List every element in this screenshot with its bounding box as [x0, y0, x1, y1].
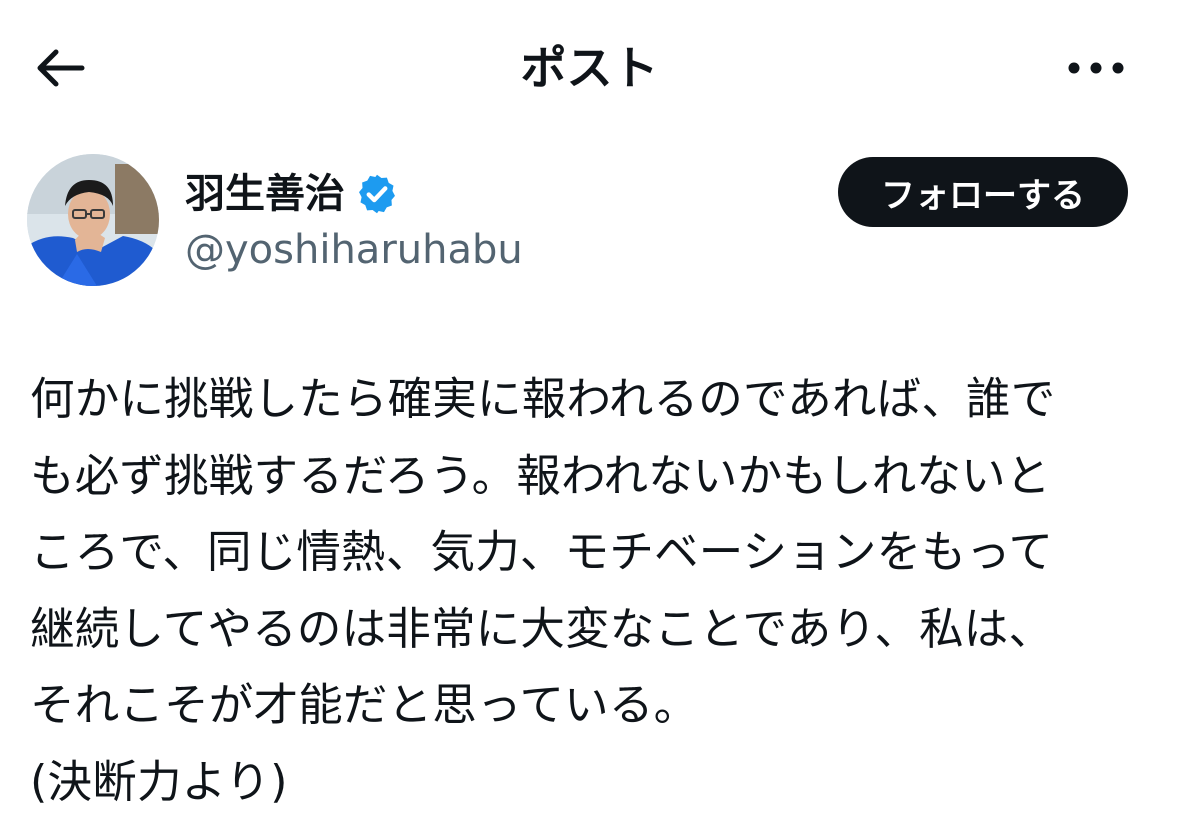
post-line: それこそが才能だと思っている。 — [30, 668, 1150, 745]
arrow-left-icon — [32, 48, 88, 88]
more-options-button[interactable] — [1056, 44, 1136, 92]
post-line: 継続してやるのは非常に大変なことであり、私は、 — [30, 592, 1150, 669]
avatar[interactable] — [27, 154, 159, 286]
avatar-photo — [27, 154, 159, 286]
post-text: 何かに挑戦したら確実に報われるのであれば、誰で も必ず挑戦するだろう。報われない… — [30, 362, 1150, 821]
more-horizontal-icon — [1066, 61, 1126, 75]
follow-button[interactable]: フォローする — [838, 157, 1128, 227]
post-line: も必ず挑戦するだろう。報われないかもしれないと — [30, 439, 1150, 516]
post-line: ころで、同じ情熱、気力、モチベーションをもって — [30, 515, 1150, 592]
post-line: (決断力より) — [30, 745, 1150, 821]
verified-badge-icon — [355, 172, 399, 216]
back-button[interactable] — [28, 40, 92, 96]
author-name-row[interactable]: 羽生善治 — [185, 164, 399, 224]
page-title: ポスト — [0, 36, 1179, 100]
author-handle[interactable]: @yoshiharuhabu — [185, 224, 523, 276]
author-display-name[interactable]: 羽生善治 — [185, 164, 345, 224]
post-line: 何かに挑戦したら確実に報われるのであれば、誰で — [30, 362, 1150, 439]
top-bar: ポスト — [0, 0, 1179, 135]
